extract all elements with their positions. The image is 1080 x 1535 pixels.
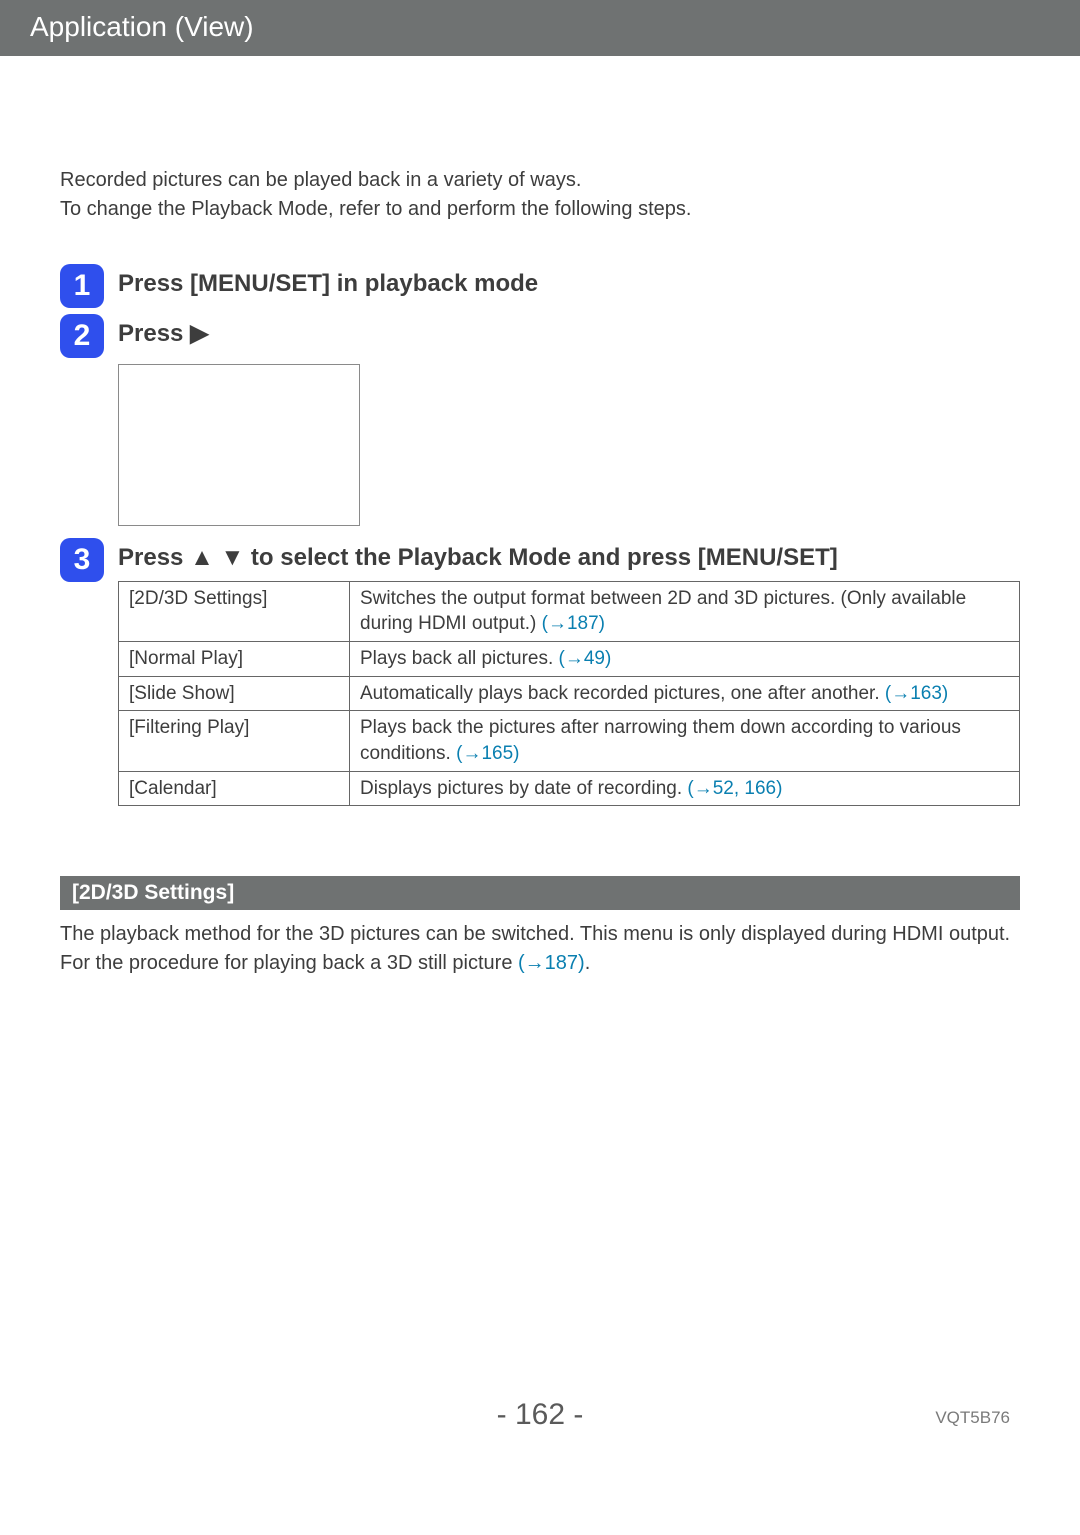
step-3-suffix: to select the Playback Mode and press [M… — [244, 544, 837, 571]
page-ref-link[interactable]: (→187) — [518, 952, 585, 974]
mode-desc: Plays back the pictures after narrowing … — [360, 717, 961, 764]
step-3-prefix: Press — [118, 544, 190, 571]
step-1: 1 Press [MENU/SET] in playback mode — [60, 264, 1020, 308]
table-row: [Normal Play] Plays back all pictures. (… — [119, 642, 1020, 677]
table-row: [Slide Show] Automatically plays back re… — [119, 676, 1020, 711]
intro-line-2: To change the Playback Mode, refer to an… — [60, 198, 691, 220]
table-row: [Calendar] Displays pictures by date of … — [119, 771, 1020, 806]
mode-desc-cell: Automatically plays back recorded pictur… — [350, 676, 1020, 711]
mode-desc-cell: Plays back the pictures after narrowing … — [350, 711, 1020, 771]
header-title: Application (View) — [30, 11, 254, 42]
mode-desc-cell: Plays back all pictures. (→49) — [350, 642, 1020, 677]
mode-desc: Displays pictures by date of recording. — [360, 778, 687, 799]
mode-name: [Normal Play] — [119, 642, 350, 677]
step-1-badge: 1 — [60, 264, 104, 308]
step-2-badge: 2 — [60, 314, 104, 358]
table-row: [Filtering Play] Plays back the pictures… — [119, 711, 1020, 771]
page-content: Recorded pictures can be played back in … — [0, 56, 1080, 979]
section-body-suffix: . — [585, 952, 591, 974]
arrow-down-icon: ▼ — [221, 542, 245, 573]
document-id: VQT5B76 — [935, 1408, 1010, 1428]
step-2-title: Press ▶ — [118, 318, 1020, 349]
mode-desc-cell: Switches the output format between 2D an… — [350, 581, 1020, 641]
step-2-illustration — [118, 364, 1020, 526]
page-ref-link[interactable]: (→187) — [542, 613, 605, 634]
step-2-prefix: Press — [118, 320, 190, 347]
intro-line-1: Recorded pictures can be played back in … — [60, 169, 581, 191]
mode-desc: Switches the output format between 2D an… — [360, 588, 966, 635]
mode-name: [Slide Show] — [119, 676, 350, 711]
mode-desc: Plays back all pictures. — [360, 648, 559, 669]
mode-desc-cell: Displays pictures by date of recording. … — [350, 771, 1020, 806]
step-3-badge: 3 — [60, 538, 104, 582]
step-1-title: Press [MENU/SET] in playback mode — [118, 268, 1020, 299]
page-header: Application (View) — [0, 0, 1080, 56]
section-heading-bar: [2D/3D Settings] — [60, 876, 1020, 910]
page-ref-link[interactable]: (→49) — [559, 648, 612, 669]
illustration-placeholder — [118, 364, 360, 526]
arrow-up-icon: ▲ — [190, 542, 214, 573]
step-3-title: Press ▲ ▼ to select the Playback Mode an… — [118, 542, 1020, 573]
playback-mode-table: [2D/3D Settings] Switches the output for… — [118, 581, 1020, 806]
section-body: The playback method for the 3D pictures … — [60, 920, 1020, 978]
page-ref-link[interactable]: (→52, 166) — [687, 778, 782, 799]
mode-name: [Filtering Play] — [119, 711, 350, 771]
page-footer: - 162 - VQT5B76 — [0, 1398, 1080, 1462]
mode-name: [2D/3D Settings] — [119, 581, 350, 641]
table-row: [2D/3D Settings] Switches the output for… — [119, 581, 1020, 641]
mode-desc: Automatically plays back recorded pictur… — [360, 683, 885, 704]
page-ref-link[interactable]: (→163) — [885, 683, 948, 704]
page-ref-link[interactable]: (→165) — [456, 743, 519, 764]
page-number: - 162 - — [0, 1398, 1080, 1432]
step-2: 2 Press ▶ — [60, 314, 1020, 358]
section-heading: [2D/3D Settings] — [72, 881, 234, 904]
mode-name: [Calendar] — [119, 771, 350, 806]
arrow-right-icon: ▶ — [190, 318, 208, 349]
step-3: 3 Press ▲ ▼ to select the Playback Mode … — [60, 538, 1020, 807]
intro-text: Recorded pictures can be played back in … — [60, 166, 1020, 224]
